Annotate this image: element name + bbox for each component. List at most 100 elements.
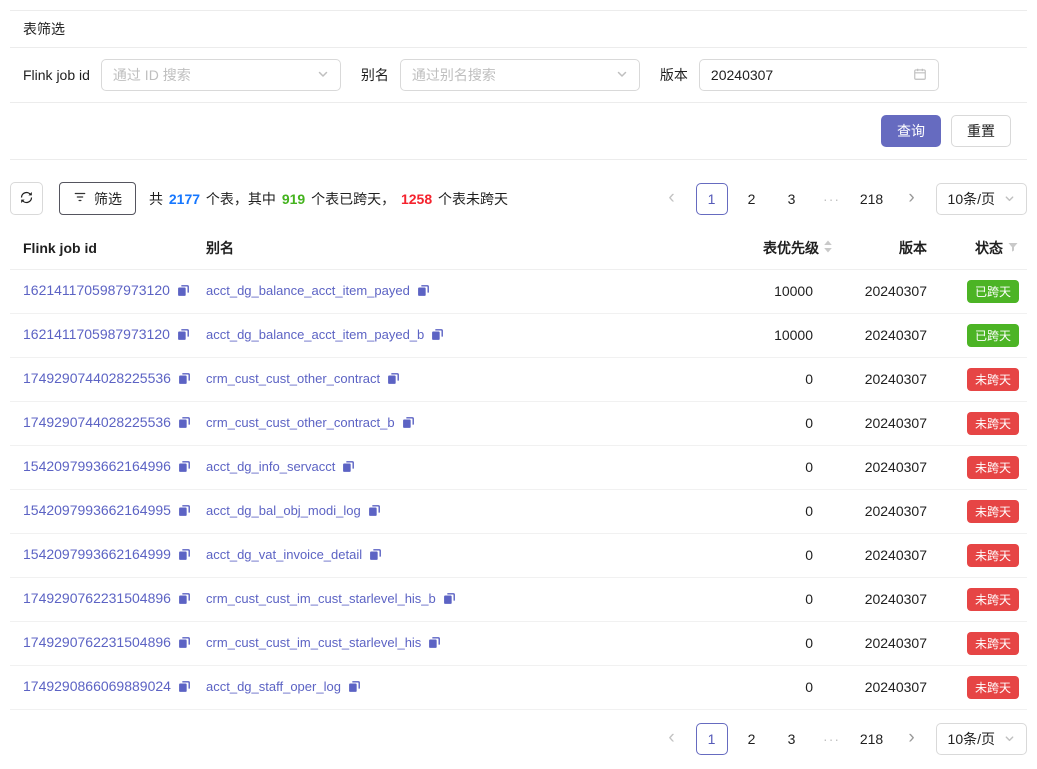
alias-link[interactable]: crm_cust_cust_im_cust_starlevel_his_b [206,591,436,606]
alias-placeholder: 通过别名搜索 [412,65,496,85]
panel-title: 表筛选 [23,21,65,37]
page-size-select[interactable]: 10条/页 [936,723,1027,755]
table-row: 1621411705987973120 acct_dg_balance_acct… [10,313,1027,357]
copy-icon[interactable] [348,680,361,696]
copy-icon[interactable] [178,592,191,608]
alias-link[interactable]: acct_dg_info_servacct [206,459,335,474]
copy-icon[interactable] [417,284,430,300]
page-button-3[interactable]: 3 [776,723,808,755]
status-badge: 未跨天 [967,676,1019,699]
column-header-job-id: Flink job id [10,228,206,269]
job-id-link[interactable]: 1749290866069889024 [23,678,171,694]
status-badge: 已跨天 [967,280,1019,303]
column-header-priority[interactable]: 表优先级 [703,228,843,269]
refresh-button[interactable] [10,182,43,215]
alias-link[interactable]: crm_cust_cust_im_cust_starlevel_his [206,635,421,650]
copy-icon[interactable] [368,504,381,520]
status-badge: 未跨天 [967,588,1019,611]
table-row: 1542097993662164999 acct_dg_vat_invoice_… [10,533,1027,577]
alias-link[interactable]: acct_dg_staff_oper_log [206,679,341,694]
priority-value: 0 [703,445,843,489]
table-row: 1749290762231504896 crm_cust_cust_im_cus… [10,621,1027,665]
table-row: 1542097993662164995 acct_dg_bal_obj_modi… [10,489,1027,533]
status-badge: 未跨天 [967,456,1019,479]
copy-icon[interactable] [178,636,191,652]
reset-button[interactable]: 重置 [951,115,1011,147]
copy-icon[interactable] [402,416,415,432]
page-button-2[interactable]: 2 [736,183,768,215]
copy-icon[interactable] [178,460,191,476]
page-size-select[interactable]: 10条/页 [936,183,1027,215]
pagination-bottom: ‹ 1 2 3 ··· 218 › [656,723,928,755]
copy-icon[interactable] [342,460,355,476]
copy-icon[interactable] [431,328,444,344]
priority-value: 0 [703,533,843,577]
job-id-link[interactable]: 1621411705987973120 [23,282,170,298]
summary-uncrossed-count: 1258 [401,191,432,207]
alias-link[interactable]: crm_cust_cust_other_contract [206,371,380,386]
alias-link[interactable]: acct_dg_balance_acct_item_payed [206,283,410,298]
page-button-last[interactable]: 218 [856,723,888,755]
filter-icon [73,190,87,207]
page-size-value: 10条/页 [948,189,995,209]
page-button-3[interactable]: 3 [776,183,808,215]
job-id-link[interactable]: 1621411705987973120 [23,326,170,342]
filter-toggle-button[interactable]: 筛选 [59,182,136,215]
page-button-1[interactable]: 1 [696,723,728,755]
status-badge: 已跨天 [967,324,1019,347]
copy-icon[interactable] [387,372,400,388]
refresh-icon [19,190,34,208]
flink-job-id-placeholder: 通过 ID 搜索 [113,65,191,85]
next-page-button[interactable]: › [896,723,928,755]
page-button-2[interactable]: 2 [736,723,768,755]
version-value: 20240307 [843,665,935,709]
version-date-input[interactable]: 20240307 [699,59,939,91]
column-header-status[interactable]: 状态 [935,228,1027,269]
status-badge: 未跨天 [967,500,1019,523]
page-ellipsis[interactable]: ··· [816,723,848,755]
copy-icon[interactable] [178,372,191,388]
status-header-label: 状态 [975,238,1003,258]
copy-icon[interactable] [443,592,456,608]
toolbar: 筛选 共 2177 个表，其中 919 个表已跨天， 1258 个表未跨天 ‹ … [10,182,1027,215]
calendar-icon [913,67,927,84]
page-button-last[interactable]: 218 [856,183,888,215]
page-button-1[interactable]: 1 [696,183,728,215]
flink-job-id-select[interactable]: 通过 ID 搜索 [101,59,341,91]
next-page-button[interactable]: › [896,183,928,215]
chevron-down-icon [317,67,329,83]
copy-icon[interactable] [177,328,190,344]
column-filter-icon[interactable] [1007,240,1019,256]
alias-label: 别名 [361,65,389,85]
table-row: 1749290744028225536 crm_cust_cust_other_… [10,401,1027,445]
job-id-link[interactable]: 1749290762231504896 [23,634,171,650]
alias-link[interactable]: acct_dg_bal_obj_modi_log [206,503,361,518]
priority-value: 0 [703,621,843,665]
copy-icon[interactable] [178,680,191,696]
job-id-link[interactable]: 1542097993662164995 [23,502,171,518]
job-id-link[interactable]: 1542097993662164996 [23,458,171,474]
prev-page-button[interactable]: ‹ [656,183,688,215]
summary-part: 共 [149,191,167,207]
copy-icon[interactable] [178,504,191,520]
copy-icon[interactable] [178,416,191,432]
query-button[interactable]: 查询 [881,115,941,147]
filter-panel: 表筛选 Flink job id 通过 ID 搜索 别名 通过别名搜索 [10,10,1027,160]
job-id-link[interactable]: 1542097993662164999 [23,546,171,562]
page-ellipsis[interactable]: ··· [816,183,848,215]
copy-icon[interactable] [428,636,441,652]
copy-icon[interactable] [369,548,382,564]
alias-select[interactable]: 通过别名搜索 [400,59,640,91]
job-id-link[interactable]: 1749290762231504896 [23,590,171,606]
table-row: 1749290744028225536 crm_cust_cust_other_… [10,357,1027,401]
job-id-link[interactable]: 1749290744028225536 [23,414,171,430]
version-value: 20240307 [843,445,935,489]
alias-link[interactable]: acct_dg_vat_invoice_detail [206,547,362,562]
copy-icon[interactable] [177,284,190,300]
copy-icon[interactable] [178,548,191,564]
alias-link[interactable]: crm_cust_cust_other_contract_b [206,415,395,430]
prev-page-button[interactable]: ‹ [656,723,688,755]
job-id-link[interactable]: 1749290744028225536 [23,370,171,386]
sorter-icon[interactable] [823,239,833,257]
alias-link[interactable]: acct_dg_balance_acct_item_payed_b [206,327,424,342]
